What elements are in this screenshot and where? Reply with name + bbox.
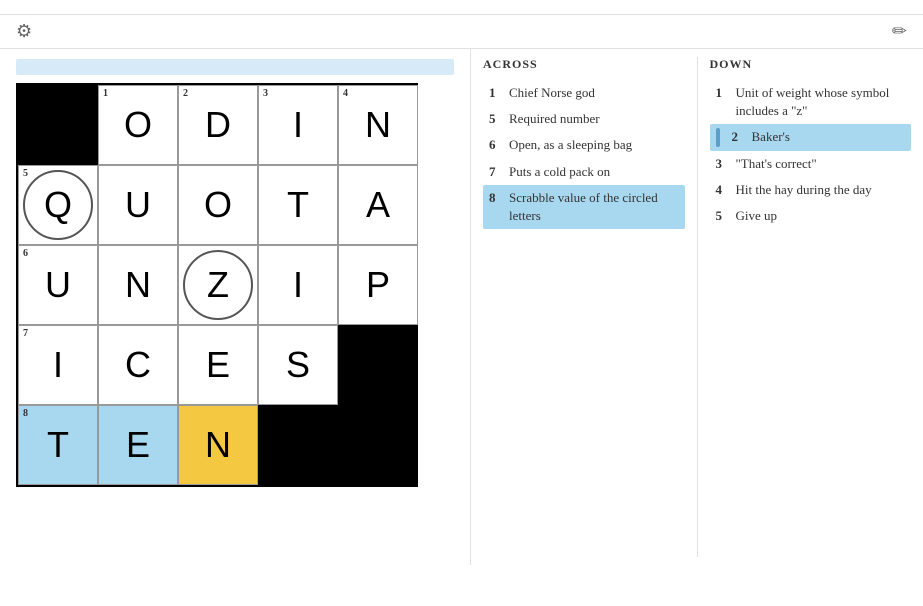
cell-letter: P — [366, 264, 390, 306]
clue-number: 2 — [732, 128, 746, 146]
clue-text: Puts a cold pack on — [509, 163, 610, 181]
main-content: 1O2D3I4N5QUOTA6UNZIP7ICES8TEN ACROSS 1Ch… — [0, 49, 923, 565]
clue-text: Scrabble value of the circled letters — [509, 189, 679, 225]
grid-cell-r1-c0[interactable]: 5Q — [18, 165, 98, 245]
clue-number: 5 — [489, 110, 503, 128]
cell-letter: E — [206, 344, 230, 386]
clue-text: Baker's — [752, 128, 790, 146]
down-clue-1[interactable]: 1Unit of weight whose symbol includes a … — [710, 80, 912, 124]
gear-icon[interactable]: ⚙ — [16, 21, 32, 42]
cell-letter: S — [286, 344, 310, 386]
grid-cell-r1-c2[interactable]: O — [178, 165, 258, 245]
cell-letter: D — [205, 104, 231, 146]
clues-panel: ACROSS 1 Chief Norse god 5 Required number 6… — [470, 49, 923, 565]
down-clue-2[interactable]: 2 Baker's — [710, 124, 912, 150]
cell-letter: E — [126, 424, 150, 466]
cell-letter: Q — [44, 184, 72, 226]
clue-text: Required number — [509, 110, 600, 128]
across-header: ACROSS — [483, 57, 685, 72]
across-clue-6[interactable]: 6 Open, as a sleeping bag — [483, 132, 685, 158]
active-indicator-bar — [716, 128, 720, 146]
grid-cell-r2-c3[interactable]: I — [258, 245, 338, 325]
clue-number: 1 — [489, 84, 503, 102]
clue-number: 1 — [716, 84, 730, 120]
grid-cell-r3-c0[interactable]: 7I — [18, 325, 98, 405]
down-clue-5[interactable]: 5 Give up — [710, 203, 912, 229]
grid-cell-r3-c3[interactable]: S — [258, 325, 338, 405]
cell-letter: I — [293, 264, 303, 306]
down-clues-column: DOWN 1Unit of weight whose symbol includ… — [698, 49, 923, 565]
cell-letter: U — [125, 184, 151, 226]
grid-cell-r0-c1[interactable]: 1O — [98, 85, 178, 165]
cell-letter: T — [287, 184, 309, 226]
clue-text: Open, as a sleeping bag — [509, 136, 632, 154]
cell-letter: A — [366, 184, 390, 226]
cell-letter: N — [365, 104, 391, 146]
crossword-grid-container: 1O2D3I4N5QUOTA6UNZIP7ICES8TEN — [16, 83, 454, 487]
cell-letter: N — [125, 264, 151, 306]
cell-letter: U — [45, 264, 71, 306]
clue-number: 5 — [716, 207, 730, 225]
grid-cell-r1-c4[interactable]: A — [338, 165, 418, 245]
grid-cell-r2-c1[interactable]: N — [98, 245, 178, 325]
pencil-icon[interactable]: ✏ — [892, 21, 907, 42]
clue-text: Unit of weight whose symbol includes a "… — [736, 84, 906, 120]
header — [0, 0, 923, 15]
down-clue-4[interactable]: 4 Hit the hay during the day — [710, 177, 912, 203]
grid-cell-r2-c0[interactable]: 6U — [18, 245, 98, 325]
clue-number: 3 — [716, 155, 730, 173]
down-clue-3[interactable]: 3 "That's correct" — [710, 151, 912, 177]
clue-number: 4 — [716, 181, 730, 199]
cell-letter: N — [205, 424, 231, 466]
down-header: DOWN — [710, 57, 912, 72]
clue-text: Hit the hay during the day — [736, 181, 872, 199]
crossword-grid[interactable]: 1O2D3I4N5QUOTA6UNZIP7ICES8TEN — [16, 83, 418, 487]
clue-number: 6 — [489, 136, 503, 154]
cell-letter: O — [124, 104, 152, 146]
clue-text: "That's correct" — [736, 155, 817, 173]
clue-number: 7 — [489, 163, 503, 181]
grid-cell-r1-c1[interactable]: U — [98, 165, 178, 245]
across-clue-1[interactable]: 1 Chief Norse god — [483, 80, 685, 106]
cell-letter: I — [293, 104, 303, 146]
grid-cell-r0-c4[interactable]: 4N — [338, 85, 418, 165]
grid-cell-r4-c0[interactable]: 8T — [18, 405, 98, 485]
grid-cell-r2-c4[interactable]: P — [338, 245, 418, 325]
across-clue-7[interactable]: 7 Puts a cold pack on — [483, 159, 685, 185]
grid-cell-r0-c3[interactable]: 3I — [258, 85, 338, 165]
cell-letter: O — [204, 184, 232, 226]
cell-letter: C — [125, 344, 151, 386]
cell-letter: I — [53, 344, 63, 386]
across-clue-5[interactable]: 5 Required number — [483, 106, 685, 132]
grid-cell-r0-c0 — [18, 85, 98, 165]
clue-hint-bar — [16, 59, 454, 75]
across-clue-8[interactable]: 8Scrabble value of the circled letters — [483, 185, 685, 229]
grid-cell-r3-c1[interactable]: C — [98, 325, 178, 405]
grid-cell-r3-c4 — [338, 325, 418, 405]
grid-cell-r4-c4 — [338, 405, 418, 485]
cell-letter: T — [47, 424, 69, 466]
across-clues-column: ACROSS 1 Chief Norse god 5 Required number 6… — [471, 49, 697, 565]
clue-number: 8 — [489, 189, 503, 225]
grid-cell-r0-c2[interactable]: 2D — [178, 85, 258, 165]
cell-letter: Z — [207, 264, 229, 306]
grid-cell-r2-c2[interactable]: Z — [178, 245, 258, 325]
grid-cell-r4-c1[interactable]: E — [98, 405, 178, 485]
grid-cell-r4-c3 — [258, 405, 338, 485]
clue-text: Chief Norse god — [509, 84, 595, 102]
crossword-area: 1O2D3I4N5QUOTA6UNZIP7ICES8TEN — [0, 49, 470, 565]
grid-cell-r4-c2[interactable]: N — [178, 405, 258, 485]
grid-cell-r3-c2[interactable]: E — [178, 325, 258, 405]
toolbar: ⚙ ✏ — [0, 15, 923, 49]
clue-text: Give up — [736, 207, 778, 225]
grid-cell-r1-c3[interactable]: T — [258, 165, 338, 245]
